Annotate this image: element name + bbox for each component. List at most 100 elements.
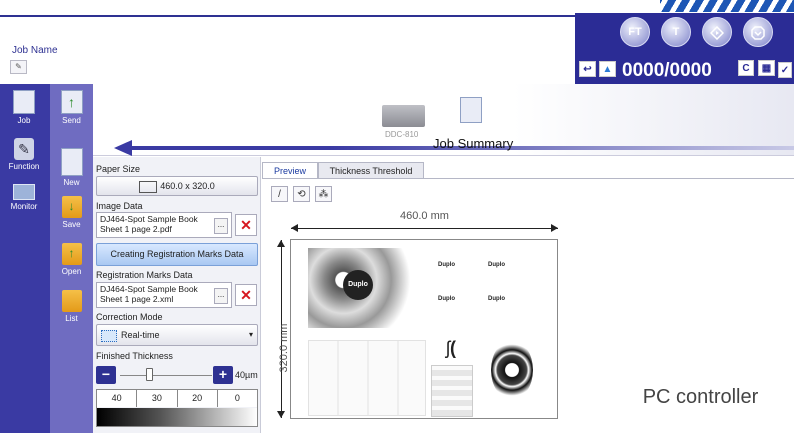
width-dimension-label: 460.0 mm <box>400 210 449 222</box>
sample-artwork-topleft: Duplo <box>308 248 426 328</box>
arrow-down-icon <box>277 411 285 418</box>
rotate-tool-icon[interactable]: ⟲ <box>293 186 310 202</box>
scale-label: 30 <box>137 390 178 407</box>
marks-tool-icon[interactable]: ⁂ <box>315 186 332 202</box>
sample-artwork-swirl <box>491 340 533 400</box>
duplo-text: Duplo <box>438 262 455 268</box>
sample-artwork-tile <box>431 365 473 417</box>
machine-label: DDC-810 <box>385 130 419 139</box>
thickness-scale: 40 30 20 0 <box>96 389 258 427</box>
send-icon: ↑ <box>60 90 83 114</box>
nav-job[interactable]: Job <box>4 90 44 125</box>
workflow-arrow-head <box>114 140 132 156</box>
save-folder-icon: ↓ <box>61 196 82 218</box>
correction-mode-value: Real-time <box>121 330 160 340</box>
warning-icon[interactable]: ▲ <box>599 61 616 77</box>
image-data-label: Image Data <box>96 201 143 211</box>
document-icon <box>13 90 35 114</box>
line-tool-icon[interactable]: / <box>271 186 288 202</box>
thickness-slider-handle[interactable] <box>146 368 153 381</box>
list-button[interactable]: List <box>53 290 90 323</box>
thickness-slider-track[interactable] <box>120 375 212 376</box>
image-data-file[interactable]: DJ464-Spot Sample Book Sheet 1 page 2.pd… <box>96 212 232 238</box>
finished-thickness-label: Finished Thickness <box>96 351 173 361</box>
save-button[interactable]: ↓ Save <box>53 196 90 229</box>
stop-button[interactable] <box>743 17 773 47</box>
reg-file-line1: DJ464-Spot Sample Book <box>100 284 198 294</box>
job-name-label: Job Name <box>12 45 58 56</box>
nav-function[interactable]: ✎ Function <box>4 138 44 171</box>
diamond-start-icon <box>709 25 725 41</box>
stop-icon <box>751 26 765 40</box>
width-dimension-line <box>291 228 558 229</box>
open-label: Open <box>61 267 82 276</box>
edit-job-name-icon[interactable]: ✎ <box>10 60 27 74</box>
paper-size-button[interactable]: 460.0 x 320.0 <box>96 176 258 196</box>
registration-clear-icon[interactable]: ✕ <box>235 284 257 306</box>
thickness-decrease-button[interactable]: − <box>96 366 116 384</box>
wrench-icon: ✎ <box>14 138 34 160</box>
image-file-line2: Sheet 1 page 2.pdf <box>100 224 172 234</box>
thickness-value: 40µm <box>235 370 258 380</box>
thickness-scale-labels: 40 30 20 0 <box>97 390 257 407</box>
sheet-preview: Duplo Duplo Duplo Duplo Duplo ʃ( <box>290 239 558 419</box>
create-registration-marks-button[interactable]: Creating Registration Marks Data <box>96 243 258 266</box>
registration-browse-button[interactable]: ... <box>214 288 228 304</box>
nav-function-label: Function <box>8 162 40 171</box>
reg-file-line2: Sheet 1 page 2.xml <box>100 294 174 304</box>
primary-nav <box>0 84 50 433</box>
job-summary-icon[interactable] <box>460 97 482 123</box>
arrow-up-icon <box>277 240 285 247</box>
registration-marks-file[interactable]: DJ464-Spot Sample Book Sheet 1 page 2.xm… <box>96 282 232 308</box>
send-button[interactable]: ↑ Send <box>53 90 90 125</box>
new-button[interactable]: New <box>53 148 90 187</box>
check-icon[interactable]: ✓ <box>778 62 792 78</box>
image-browse-button[interactable]: ... <box>214 218 228 234</box>
duplo-text: Duplo <box>438 296 455 302</box>
list-label: List <box>65 314 78 323</box>
send-label: Send <box>62 116 81 125</box>
save-label: Save <box>62 220 81 229</box>
brand-stripes <box>660 0 794 12</box>
arrow-left-icon <box>291 224 298 232</box>
sample-artwork-bottomleft <box>308 340 426 416</box>
height-dimension-label: 320.0 mm <box>278 323 290 373</box>
paper-size-value: 460.0 x 320.0 <box>160 181 215 191</box>
open-button[interactable]: ↑ Open <box>53 243 90 276</box>
counter-display: 0000/0000 <box>622 60 712 81</box>
scale-label: 40 <box>97 390 138 407</box>
ft-button[interactable]: FT <box>620 17 650 47</box>
duplo-text: Duplo <box>488 296 505 302</box>
thickness-gradient <box>97 408 257 426</box>
chevron-down-icon: ▾ <box>248 330 253 339</box>
list-folder-icon <box>61 290 82 312</box>
new-document-icon <box>60 148 83 176</box>
paper-size-icon <box>139 180 158 193</box>
arrow-right-icon <box>551 224 558 232</box>
correction-mode-select[interactable]: Real-time ▾ <box>96 324 258 346</box>
thickness-increase-button[interactable]: + <box>213 366 233 384</box>
start-button[interactable] <box>702 17 732 47</box>
job-summary-label: Job Summary <box>433 136 514 151</box>
new-label: New <box>63 178 80 187</box>
t-button[interactable]: T <box>661 17 691 47</box>
counter-clear-button[interactable]: C <box>738 60 754 76</box>
correction-mode-label: Correction Mode <box>96 312 163 322</box>
image-clear-icon[interactable]: ✕ <box>235 214 257 236</box>
paper-size-label: Paper Size <box>96 164 141 174</box>
image-file-line1: DJ464-Spot Sample Book <box>100 214 198 224</box>
scale-label: 0 <box>234 393 240 403</box>
open-folder-icon: ↑ <box>61 243 82 265</box>
return-icon[interactable]: ↩ <box>579 61 596 77</box>
caption-label: PC controller <box>607 373 794 421</box>
duplo-logo: Duplo <box>343 270 373 300</box>
nav-job-label: Job <box>17 116 31 125</box>
nav-monitor[interactable]: Monitor <box>4 184 44 211</box>
keypad-icon[interactable]: ▦ <box>758 60 775 76</box>
sample-artwork-quill: ʃ( <box>446 338 456 358</box>
machine-icon[interactable] <box>382 105 425 127</box>
registration-marks-label: Registration Marks Data <box>96 270 193 280</box>
monitor-icon <box>13 184 35 200</box>
realtime-icon <box>101 329 117 342</box>
top-divider <box>0 15 575 17</box>
